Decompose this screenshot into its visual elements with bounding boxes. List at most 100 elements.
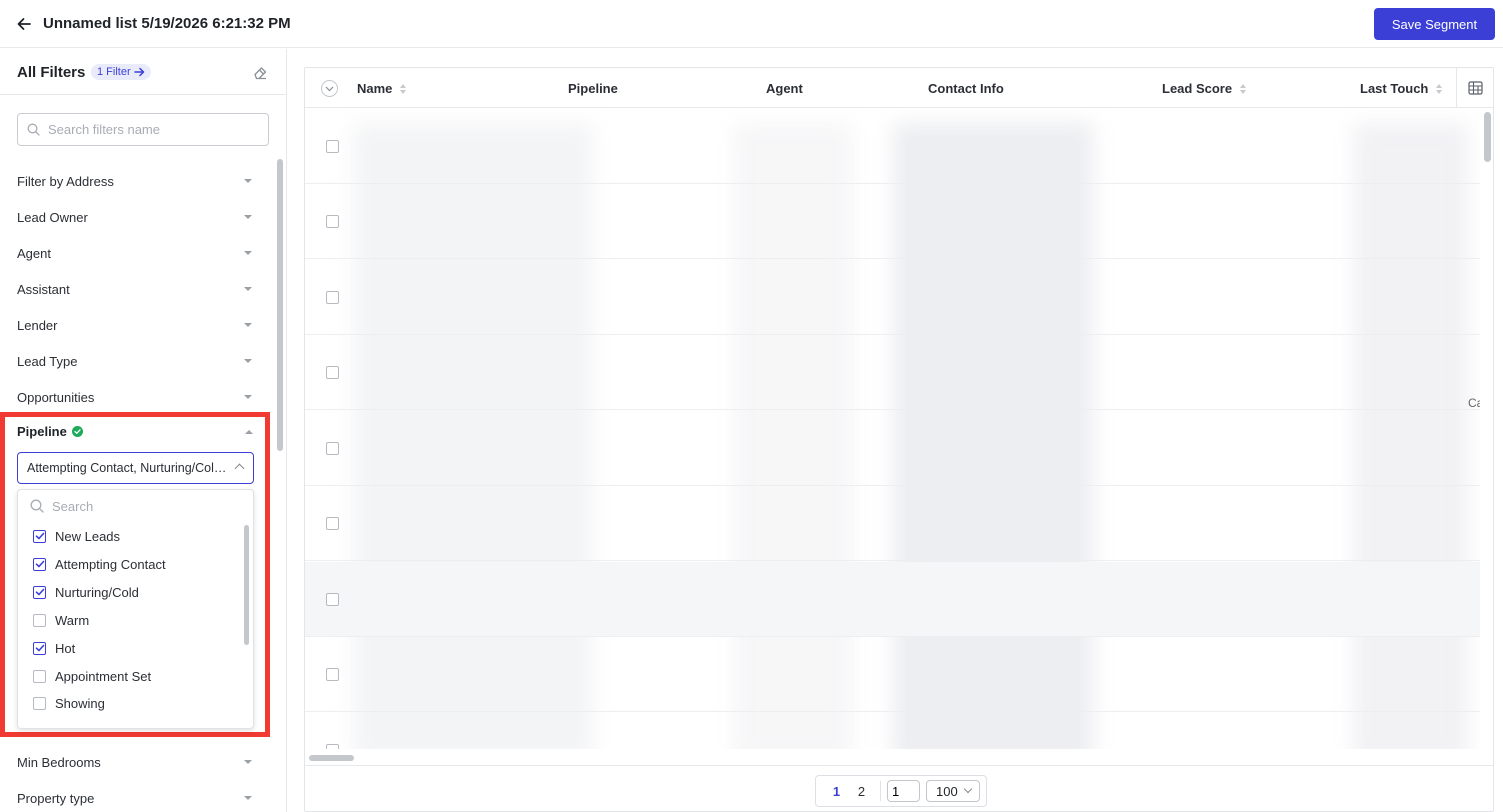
caret-down-icon <box>244 760 252 764</box>
checkbox[interactable] <box>33 696 46 710</box>
row-checkbox[interactable] <box>326 291 339 304</box>
checkbox-checked[interactable] <box>33 529 46 543</box>
pipeline-option[interactable]: Hot <box>33 639 75 657</box>
active-filter-badge[interactable]: 1 Filter <box>91 64 151 80</box>
filter-label: Lender <box>17 317 58 333</box>
filter-assistant[interactable]: Assistant <box>17 279 254 299</box>
pipeline-option[interactable]: Warm <box>33 611 89 629</box>
table-row[interactable] <box>305 411 1480 486</box>
filters-sidebar: All Filters 1 Filter Filter by Address L… <box>0 49 287 812</box>
column-contact-info: Contact Info <box>928 81 1004 96</box>
pagination: 1 2 100 <box>815 775 987 807</box>
back-arrow-icon[interactable] <box>12 12 36 36</box>
page-2-button[interactable]: 2 <box>849 784 874 799</box>
row-checkbox[interactable] <box>326 442 339 455</box>
page-size-select[interactable]: 100 <box>926 780 980 802</box>
checkbox-checked[interactable] <box>33 557 46 571</box>
option-label: New Leads <box>55 528 121 544</box>
filter-label: Lead Type <box>17 353 78 369</box>
dropdown-search-input[interactable] <box>52 498 222 514</box>
sidebar-scrollbar[interactable] <box>277 159 283 451</box>
column-agent: Agent <box>766 81 803 96</box>
column-lead-score[interactable]: Lead Score <box>1162 81 1247 96</box>
dropdown-scrollbar[interactable] <box>244 525 249 645</box>
row-checkbox[interactable] <box>326 593 339 606</box>
filter-property-type[interactable]: Property type <box>17 788 254 808</box>
table-row[interactable] <box>305 713 1480 749</box>
row-checkbox[interactable] <box>326 140 339 153</box>
row-checkbox[interactable] <box>326 215 339 228</box>
chevron-down-icon <box>325 86 334 91</box>
search-icon <box>27 123 40 136</box>
sort-icon <box>1436 83 1443 94</box>
filter-search-box <box>17 113 269 146</box>
pipeline-dropdown: New Leads Attempting Contact Nurturing/C… <box>17 489 254 729</box>
checkbox[interactable] <box>33 613 46 627</box>
search-icon <box>30 499 44 513</box>
page-size-value: 100 <box>936 783 958 799</box>
checkbox[interactable] <box>33 669 46 683</box>
filter-lead-type[interactable]: Lead Type <box>17 351 254 371</box>
caret-down-icon <box>244 251 252 255</box>
page-1-button[interactable]: 1 <box>824 784 849 799</box>
column-label: Pipeline <box>568 81 618 96</box>
table-header: Name Pipeline Agent Contact Info Lead Sc… <box>305 68 1493 108</box>
chevron-down-icon <box>963 784 973 794</box>
pipeline-option[interactable]: Showing <box>33 694 105 712</box>
eraser-icon[interactable] <box>252 63 272 83</box>
chevron-up-icon <box>234 463 245 474</box>
pipeline-filter-section: Pipeline Attempting Contact, Nurturing/C… <box>0 412 270 737</box>
filter-label: Lead Owner <box>17 209 88 225</box>
filter-lead-owner[interactable]: Lead Owner <box>17 207 254 227</box>
table-row[interactable] <box>305 109 1480 184</box>
select-all-toggle[interactable] <box>321 80 338 97</box>
filter-lender[interactable]: Lender <box>17 315 254 335</box>
column-label: Last Touch <box>1360 81 1429 96</box>
table-body: Ca <box>305 109 1480 749</box>
table-row[interactable] <box>305 637 1480 712</box>
column-name[interactable]: Name <box>357 81 407 96</box>
caret-down-icon <box>244 323 252 327</box>
column-settings-icon[interactable] <box>1456 68 1493 108</box>
filter-label: Min Bedrooms <box>17 754 101 770</box>
pipeline-option[interactable]: Appointment Set <box>33 667 151 685</box>
table-row[interactable] <box>305 562 1480 637</box>
page-title: Unnamed list 5/19/2026 6:21:32 PM <box>43 15 291 32</box>
pagination-divider <box>880 781 881 801</box>
pipeline-option[interactable]: Attempting Contact <box>33 555 166 573</box>
option-label: Nurturing/Cold <box>55 584 139 600</box>
arrow-right-icon <box>133 67 144 77</box>
save-segment-button[interactable]: Save Segment <box>1374 8 1495 40</box>
column-label: Lead Score <box>1162 81 1233 96</box>
table-horizontal-scrollbar[interactable] <box>309 755 354 761</box>
row-checkbox[interactable] <box>326 366 339 379</box>
filters-header: All Filters 1 Filter <box>0 49 286 95</box>
row-checkbox[interactable] <box>326 744 339 749</box>
table-row[interactable] <box>305 486 1480 561</box>
table-row[interactable] <box>305 184 1480 259</box>
pipeline-filter-header[interactable]: Pipeline <box>17 424 83 439</box>
sort-icon <box>1240 83 1247 94</box>
table-row[interactable] <box>305 335 1480 410</box>
table-row[interactable] <box>305 260 1480 335</box>
row-checkbox[interactable] <box>326 517 339 530</box>
filter-agent[interactable]: Agent <box>17 243 254 263</box>
filter-min-bedrooms[interactable]: Min Bedrooms <box>17 752 254 772</box>
column-label: Name <box>357 81 393 96</box>
checkbox-checked[interactable] <box>33 641 46 655</box>
table-vertical-scrollbar[interactable] <box>1484 112 1491 162</box>
pipeline-option[interactable]: Nurturing/Cold <box>33 583 139 601</box>
filter-opportunities[interactable]: Opportunities <box>17 387 254 407</box>
caret-down-icon <box>244 395 252 399</box>
caret-up-icon[interactable] <box>245 430 253 434</box>
filter-address[interactable]: Filter by Address <box>17 171 254 191</box>
row-checkbox[interactable] <box>326 668 339 681</box>
filter-search-input[interactable] <box>48 122 248 137</box>
option-label: Appointment Set <box>55 668 152 684</box>
pipeline-option[interactable]: New Leads <box>33 527 120 545</box>
page-jump-input[interactable] <box>887 780 920 802</box>
checkbox-checked[interactable] <box>33 585 46 599</box>
pipeline-select[interactable]: Attempting Contact, Nurturing/Cold, New … <box>17 452 254 484</box>
column-last-touch[interactable]: Last Touch <box>1360 81 1443 96</box>
filter-label: Agent <box>17 245 51 261</box>
